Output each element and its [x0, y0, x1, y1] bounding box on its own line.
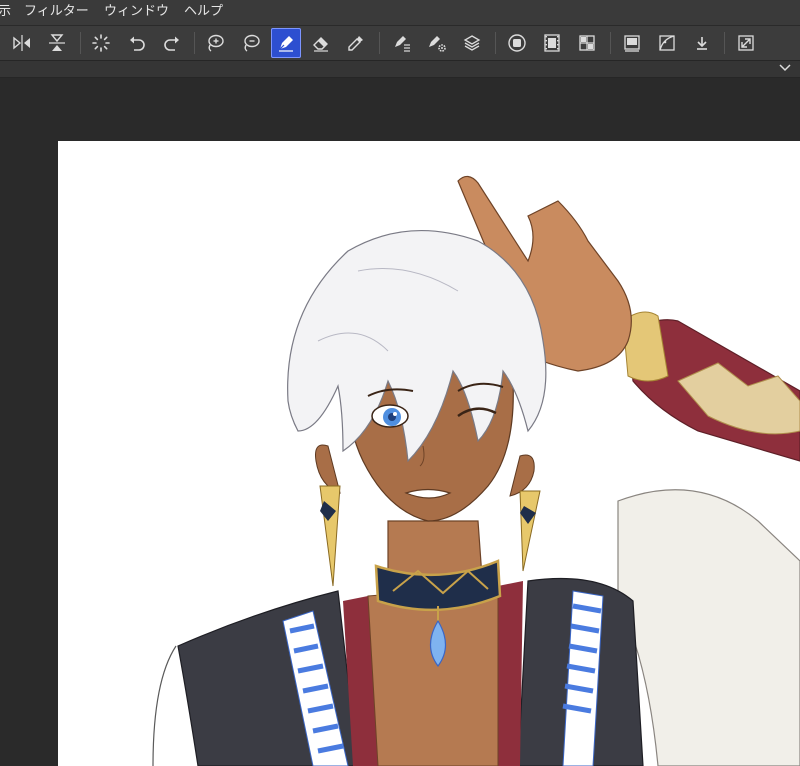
redo-icon — [164, 36, 179, 51]
artwork-illustration — [152, 175, 800, 766]
pen-settings-icon — [395, 36, 410, 52]
flip-horizontal-button[interactable] — [7, 28, 37, 58]
download-button[interactable] — [687, 28, 717, 58]
pen-settings-button[interactable] — [387, 28, 417, 58]
toolbar — [0, 26, 800, 61]
flip-horizontal-icon — [13, 35, 30, 51]
menu-window[interactable]: ウィンドウ — [104, 4, 169, 20]
chevron-down-icon — [779, 64, 791, 72]
menu-bar: 示 フィルター ウィンドウ ヘルプ — [0, 0, 800, 26]
pen-tool-button[interactable] — [271, 28, 301, 58]
undo-button[interactable] — [122, 28, 152, 58]
toolbar-separator — [610, 32, 611, 54]
toolbar-separator — [80, 32, 81, 54]
fullscreen-button[interactable] — [731, 28, 761, 58]
layers-icon — [463, 35, 481, 51]
flip-vertical-button[interactable] — [42, 28, 72, 58]
brush-gear-icon — [429, 36, 446, 52]
flip-vertical-icon — [49, 34, 65, 51]
grid-icon — [579, 35, 595, 51]
toolbar-separator — [194, 32, 195, 54]
color-panel-button[interactable] — [617, 28, 647, 58]
toolbar-separator — [379, 32, 380, 54]
eyedropper-icon — [348, 36, 363, 51]
redo-button[interactable] — [157, 28, 187, 58]
expand-icon — [738, 35, 754, 51]
pen-icon — [279, 36, 293, 52]
panel-icon — [624, 35, 640, 52]
loading-button[interactable] — [86, 28, 116, 58]
brush-settings-button[interactable] — [422, 28, 452, 58]
command-subbar — [0, 61, 800, 78]
menu-help[interactable]: ヘルプ — [184, 4, 223, 20]
menu-view[interactable]: 示 — [0, 4, 11, 20]
toolbar-separator — [495, 32, 496, 54]
collapse-toolbar-button[interactable] — [778, 61, 792, 75]
spinner-icon — [92, 34, 110, 52]
lasso-subtract-button[interactable] — [236, 28, 266, 58]
download-icon — [697, 37, 707, 50]
lasso-subtract-icon — [244, 34, 260, 52]
lasso-add-button[interactable] — [200, 28, 230, 58]
layers-button[interactable] — [457, 28, 487, 58]
eyedropper-tool-button[interactable] — [341, 28, 371, 58]
menu-filter[interactable]: フィルター — [24, 4, 89, 20]
curve-icon — [659, 35, 675, 51]
eraser-icon — [313, 37, 328, 52]
stop-record-button[interactable] — [502, 28, 532, 58]
grid-view-button[interactable] — [572, 28, 602, 58]
tone-curve-button[interactable] — [652, 28, 682, 58]
toolbar-separator — [724, 32, 725, 54]
eraser-tool-button[interactable] — [306, 28, 336, 58]
timelapse-button[interactable] — [537, 28, 567, 58]
stop-icon — [508, 34, 526, 52]
lasso-add-icon — [208, 34, 224, 52]
drawing-canvas[interactable] — [58, 141, 800, 766]
film-icon — [544, 34, 560, 52]
undo-icon — [130, 36, 145, 51]
